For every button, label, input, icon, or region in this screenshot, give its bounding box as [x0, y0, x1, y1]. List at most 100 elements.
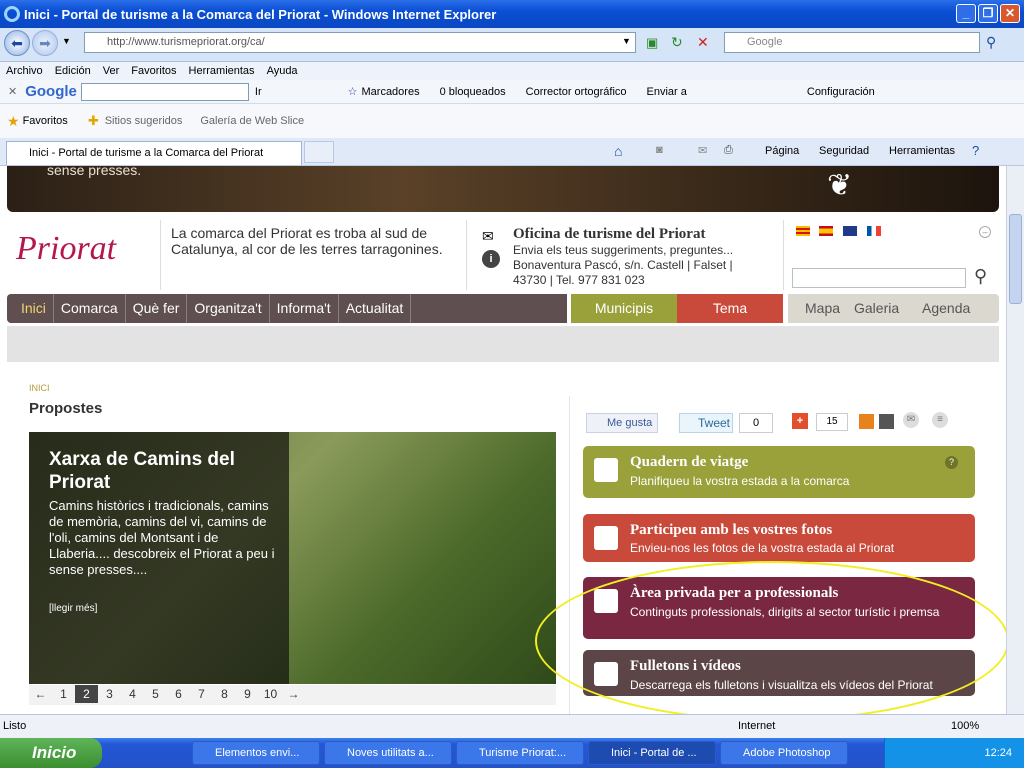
window-titlebar: Inici - Portal de turisme a la Comarca d… — [0, 0, 1024, 28]
page-menu[interactable]: Página — [765, 145, 799, 157]
restore-button[interactable]: ❐ — [978, 4, 998, 23]
menu-ayuda[interactable]: Ayuda — [261, 65, 304, 77]
nav-municipis[interactable]: Municipis — [571, 294, 677, 323]
spanish-flag-icon[interactable] — [819, 226, 833, 236]
nav-que-fer[interactable]: Què fer — [126, 294, 188, 323]
taskbar-item[interactable]: Noves utilitats a... — [324, 741, 452, 765]
nav-agenda[interactable]: Agenda — [922, 294, 970, 323]
help-icon[interactable]: ? — [945, 456, 958, 469]
start-button[interactable]: Inicio — [0, 738, 102, 768]
uk-flag-icon[interactable] — [843, 226, 857, 236]
pager-page[interactable]: 3 — [98, 685, 121, 703]
feeds-icon[interactable]: ◙ — [656, 144, 663, 156]
search-input[interactable]: Google — [724, 32, 980, 53]
menu-ver[interactable]: Ver — [97, 65, 126, 77]
catalan-flag-icon[interactable] — [796, 226, 810, 236]
scrollbar-thumb[interactable] — [1009, 214, 1022, 304]
banner-text: sense presses. — [47, 166, 142, 178]
nav-tema[interactable]: Tema — [677, 294, 783, 323]
feature-title[interactable]: Xarxa de Camins del Priorat — [49, 448, 279, 494]
url-field[interactable]: http://www.turismepriorat.org/ca/ — [84, 32, 636, 53]
nav-comarca[interactable]: Comarca — [54, 294, 126, 323]
pager-page-active[interactable]: 2 — [75, 685, 98, 703]
zoom-level[interactable]: 100% — [951, 720, 979, 732]
menu-herramientas[interactable]: Herramientas — [183, 65, 261, 77]
pager-page[interactable]: 6 — [167, 685, 190, 703]
send-to-button[interactable]: Enviar a — [647, 86, 687, 98]
new-tab-button[interactable] — [304, 141, 334, 163]
breadcrumb[interactable]: INICI — [29, 383, 50, 393]
pager-page[interactable]: 5 — [144, 685, 167, 703]
panel-photos[interactable]: Participeu amb les vostres fotos Envieu-… — [583, 514, 975, 562]
pager-next-icon[interactable]: → — [282, 685, 305, 703]
nav-galeria[interactable]: Galeria — [854, 294, 899, 323]
clock[interactable]: 12:24 — [984, 747, 1012, 759]
webslice-gallery[interactable]: Galería de Web Slice — [200, 115, 304, 127]
back-button[interactable]: ⬅ — [4, 30, 30, 56]
refresh-icon[interactable]: ↻ — [671, 34, 683, 51]
office-line1[interactable]: Envia els teus suggeriments, preguntes..… — [513, 243, 733, 257]
pager-page[interactable]: 10 — [259, 685, 282, 703]
collapse-icon[interactable]: – — [979, 226, 991, 238]
nav-actualitat[interactable]: Actualitat — [339, 294, 412, 323]
security-menu[interactable]: Seguridad — [819, 145, 869, 157]
stop-icon[interactable]: ✕ — [697, 34, 709, 51]
help-icon[interactable]: ? — [972, 143, 979, 158]
site-logo[interactable]: Priorat — [12, 224, 134, 288]
taskbar-item-active[interactable]: Inici - Portal de ... — [588, 741, 716, 765]
mail-icon[interactable]: ✉ — [698, 144, 707, 157]
pager-page[interactable]: 1 — [52, 685, 75, 703]
url-dropdown-icon[interactable]: ▼ — [622, 36, 631, 46]
pager-page[interactable]: 8 — [213, 685, 236, 703]
pager-page[interactable]: 7 — [190, 685, 213, 703]
pager-page[interactable]: 4 — [121, 685, 144, 703]
facebook-like-button[interactable]: Me gusta — [586, 413, 658, 433]
taskbar-item[interactable]: Adobe Photoshop — [720, 741, 848, 765]
read-more-link[interactable]: [llegir més] — [49, 603, 97, 614]
settings-button[interactable]: Configuración — [807, 86, 875, 98]
print-share-icon[interactable]: ≡ — [932, 412, 948, 428]
email-share-icon[interactable]: ✉ — [903, 412, 919, 428]
nav-inici[interactable]: Inici — [14, 294, 54, 323]
minimize-button[interactable]: _ — [956, 4, 976, 23]
home-icon[interactable]: ⌂ — [614, 143, 622, 159]
print-icon[interactable]: ⎙ — [724, 144, 733, 157]
popup-blocked[interactable]: 0 bloqueados — [440, 86, 506, 98]
pager-page[interactable]: 9 — [236, 685, 259, 703]
pager-prev-icon[interactable]: ← — [29, 685, 52, 703]
menu-favoritos[interactable]: Favoritos — [125, 65, 182, 77]
rss-dark-icon[interactable] — [879, 414, 894, 429]
rss-icon[interactable] — [859, 414, 874, 429]
history-dropdown-icon[interactable]: ▼ — [62, 36, 71, 46]
menu-archivo[interactable]: Archivo — [0, 65, 49, 77]
tweet-button[interactable]: Tweet — [679, 413, 733, 433]
add-favorite-icon[interactable]: ✚ — [88, 113, 99, 129]
menu-edicion[interactable]: Edición — [49, 65, 97, 77]
nav-mapa[interactable]: Mapa — [805, 294, 840, 323]
feature-slider[interactable]: Xarxa de Camins del Priorat Camins histò… — [29, 432, 556, 684]
spellcheck-button[interactable]: Corrector ortográfico — [526, 86, 627, 98]
taskbar-item[interactable]: Elementos envi... — [192, 741, 320, 765]
nav-informa[interactable]: Informa't — [270, 294, 339, 323]
tab-active[interactable]: Inici - Portal de turisme a la Comarca d… — [6, 141, 302, 165]
office-title[interactable]: Oficina de turisme del Priorat — [513, 226, 705, 243]
vertical-scrollbar[interactable] — [1006, 166, 1024, 714]
close-button[interactable]: ✕ — [1000, 4, 1020, 23]
google-go-button[interactable]: Ir — [255, 86, 262, 98]
bookmarks-button[interactable]: Marcadores — [362, 86, 420, 98]
close-toolbar-icon[interactable]: ✕ — [8, 85, 17, 98]
taskbar-item[interactable]: Turisme Priorat:... — [456, 741, 584, 765]
french-flag-icon[interactable] — [867, 226, 881, 236]
site-search-icon[interactable]: ⚲ — [974, 266, 987, 287]
compat-view-icon[interactable]: ▣ — [646, 35, 658, 51]
forward-button[interactable]: ➡ — [32, 30, 58, 56]
favorites-button[interactable]: Favoritos — [23, 115, 68, 127]
google-search-input[interactable] — [80, 82, 249, 101]
nav-organitza[interactable]: Organitza't — [187, 294, 270, 323]
search-icon[interactable]: ⚲ — [986, 34, 996, 51]
panel-travel-notebook[interactable]: Quadern de viatge Planifiqueu la vostra … — [583, 446, 975, 498]
tools-menu[interactable]: Herramientas — [889, 145, 955, 157]
suggested-sites[interactable]: Sitios sugeridos — [105, 115, 183, 127]
site-search-input[interactable] — [792, 268, 966, 288]
plus-share-icon[interactable]: + — [792, 413, 808, 429]
